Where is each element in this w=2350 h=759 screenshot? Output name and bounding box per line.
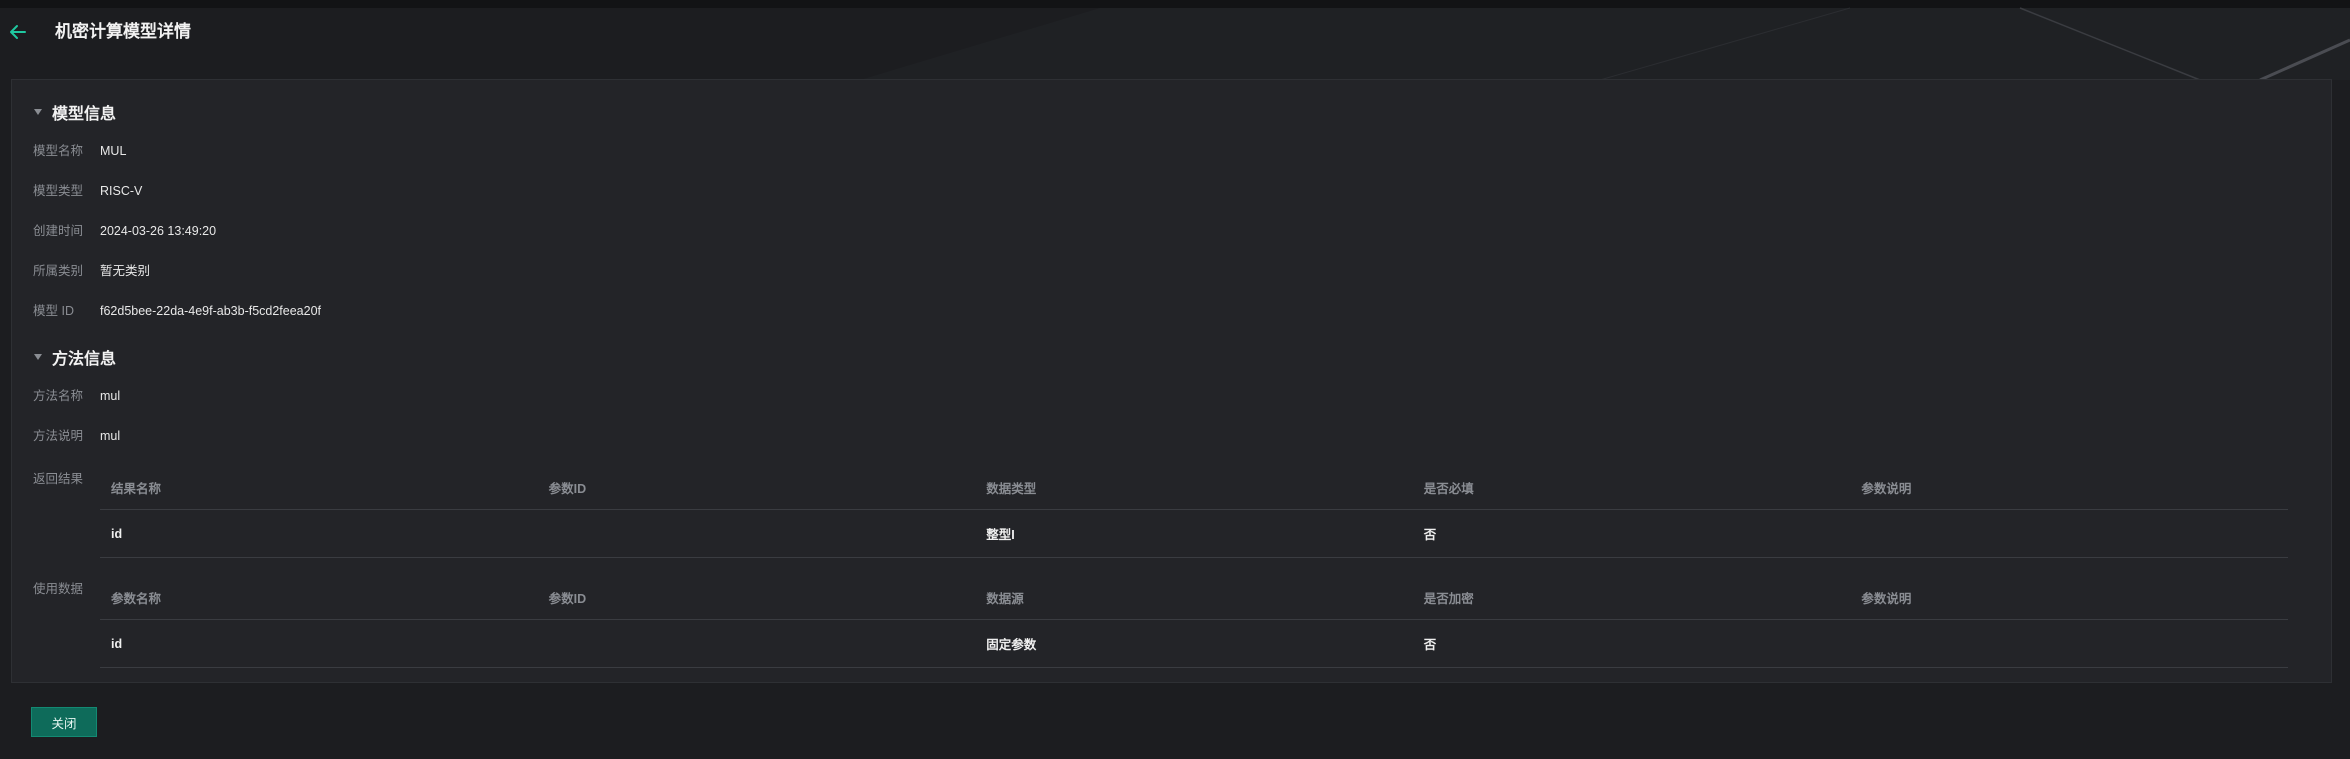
caret-down-icon bbox=[34, 354, 42, 360]
column-header: 数据类型 bbox=[975, 465, 1413, 510]
caret-down-icon bbox=[34, 109, 42, 115]
table-cell: id bbox=[100, 509, 538, 558]
detail-panel: 模型信息 模型名称 MUL 模型类型 RISC-V 创建时间 2024-03-2… bbox=[11, 79, 2332, 683]
column-header: 数据源 bbox=[975, 575, 1413, 620]
back-arrow-icon[interactable] bbox=[8, 22, 28, 42]
field-label: 所属类别 bbox=[33, 264, 84, 278]
table-cell: 否 bbox=[1412, 619, 1851, 668]
return-result-label: 返回结果 bbox=[33, 472, 84, 486]
field-value: 2024-03-26 13:49:20 bbox=[100, 224, 217, 238]
field-label: 模型 ID bbox=[33, 304, 74, 318]
return-result-table: 结果名称 参数ID 数据类型 是否必填 参数说明 id 整型I 否 bbox=[100, 465, 2288, 558]
column-header: 参数ID bbox=[537, 465, 976, 510]
column-header: 参数ID bbox=[537, 575, 976, 620]
column-header: 是否加密 bbox=[1412, 575, 1851, 620]
model-info-section-toggle[interactable]: 模型信息 bbox=[34, 100, 116, 124]
table-cell: 固定参数 bbox=[975, 619, 1413, 668]
column-header: 是否必填 bbox=[1412, 465, 1851, 510]
table-cell: 否 bbox=[1412, 509, 1851, 558]
table-cell bbox=[1850, 619, 2288, 668]
field-value: 暂无类别 bbox=[100, 264, 151, 278]
field-value: RISC-V bbox=[100, 184, 143, 198]
table-row: id 固定参数 否 bbox=[100, 619, 2288, 668]
field-label: 创建时间 bbox=[33, 224, 84, 238]
table-cell bbox=[1850, 509, 2288, 558]
field-label: 方法说明 bbox=[33, 429, 84, 443]
section-title: 模型信息 bbox=[52, 106, 117, 123]
column-header: 参数名称 bbox=[100, 575, 538, 620]
column-header: 参数说明 bbox=[1850, 465, 2288, 510]
table-cell: 整型I bbox=[975, 509, 1413, 558]
page-header: 机密计算模型详情 bbox=[0, 8, 2350, 68]
use-data-label: 使用数据 bbox=[33, 582, 84, 596]
use-data-table: 参数名称 参数ID 数据源 是否加密 参数说明 id 固定参数 否 bbox=[100, 575, 2288, 668]
table-header-row: 参数名称 参数ID 数据源 是否加密 参数说明 bbox=[100, 575, 2288, 620]
field-value: mul bbox=[100, 429, 121, 443]
top-strip bbox=[0, 0, 2350, 8]
table-cell: id bbox=[100, 619, 538, 668]
method-info-section-toggle[interactable]: 方法信息 bbox=[34, 345, 116, 369]
table-cell bbox=[537, 619, 976, 668]
field-value: mul bbox=[100, 389, 121, 403]
column-header: 结果名称 bbox=[100, 465, 538, 510]
close-button[interactable]: 关闭 bbox=[31, 707, 97, 737]
field-label: 模型类型 bbox=[33, 184, 84, 198]
field-label: 模型名称 bbox=[33, 144, 84, 158]
table-cell bbox=[537, 509, 976, 558]
table-header-row: 结果名称 参数ID 数据类型 是否必填 参数说明 bbox=[100, 465, 2288, 510]
page-title: 机密计算模型详情 bbox=[55, 22, 191, 41]
field-value: f62d5bee-22da-4e9f-ab3b-f5cd2feea20f bbox=[100, 304, 322, 318]
section-title: 方法信息 bbox=[52, 351, 117, 368]
field-label: 方法名称 bbox=[33, 389, 84, 403]
column-header: 参数说明 bbox=[1850, 575, 2288, 620]
field-value: MUL bbox=[100, 144, 127, 158]
table-row: id 整型I 否 bbox=[100, 509, 2288, 558]
